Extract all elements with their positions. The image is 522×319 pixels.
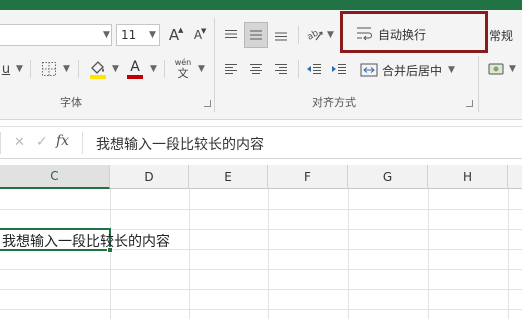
column-header-row: C D E F G H bbox=[0, 165, 522, 189]
svg-text:ab: ab bbox=[306, 28, 321, 42]
increase-font-size-button[interactable]: A ▲ bbox=[164, 24, 184, 46]
cell-text: 我想输入一段比较长的内容 bbox=[2, 234, 170, 250]
chevron-down-icon[interactable]: ▼ bbox=[509, 64, 516, 74]
align-middle-button[interactable] bbox=[244, 22, 268, 48]
formula-input[interactable]: 我想输入一段比较长的内容 bbox=[96, 134, 264, 154]
accounting-format-button[interactable] bbox=[486, 58, 508, 80]
font-size-value: 11 bbox=[121, 28, 137, 42]
column-header-i[interactable] bbox=[508, 165, 522, 189]
align-center-button[interactable] bbox=[245, 58, 267, 80]
chevron-down-icon[interactable]: ▼ bbox=[198, 64, 205, 74]
column-header-e[interactable]: E bbox=[189, 165, 268, 189]
chevron-down-icon: ▼ bbox=[149, 30, 156, 40]
font-name-box[interactable]: ▼ bbox=[0, 24, 112, 46]
increase-indent-icon bbox=[332, 64, 346, 74]
chevron-down-icon[interactable]: ▼ bbox=[112, 64, 119, 74]
alignment-group-label: 对齐方式 bbox=[312, 96, 356, 109]
align-bottom-icon bbox=[275, 32, 287, 41]
increase-indent-button[interactable] bbox=[328, 58, 350, 80]
chevron-down-icon: ▼ bbox=[103, 30, 110, 40]
borders-button[interactable] bbox=[38, 58, 60, 80]
align-top-icon bbox=[225, 30, 237, 38]
phonetic-glyph: wén bbox=[174, 58, 192, 67]
column-header-c[interactable]: C bbox=[0, 165, 110, 189]
fill-color-button[interactable] bbox=[86, 56, 110, 82]
align-left-icon bbox=[225, 64, 237, 74]
gridline bbox=[0, 289, 522, 290]
decrease-indent-button[interactable] bbox=[303, 58, 325, 80]
orientation-button[interactable]: ab bbox=[304, 24, 326, 46]
caret-down-icon: ▼ bbox=[201, 27, 207, 35]
dialog-launcher-icon[interactable] bbox=[466, 100, 473, 107]
underline-glyph: u bbox=[1, 61, 11, 77]
phonetic-guide-button[interactable]: wén 文 bbox=[170, 56, 196, 82]
divider bbox=[30, 60, 31, 78]
wrap-text-icon bbox=[357, 27, 372, 41]
align-left-button[interactable] bbox=[220, 58, 242, 80]
formula-divider bbox=[82, 132, 83, 154]
align-top-button[interactable] bbox=[220, 24, 242, 46]
confirm-icon[interactable]: ✓ bbox=[36, 134, 48, 150]
number-format-value[interactable]: 常规 bbox=[489, 27, 513, 44]
merge-icon bbox=[360, 63, 378, 77]
accounting-icon bbox=[488, 63, 504, 75]
cancel-icon[interactable]: ✕ bbox=[14, 135, 25, 150]
phonetic-char: 文 bbox=[177, 67, 189, 80]
wrap-text-label: 自动换行 bbox=[378, 27, 427, 42]
font-size-box[interactable]: 11 ▼ bbox=[116, 24, 160, 46]
insert-function-icon[interactable]: fx bbox=[56, 133, 69, 149]
column-header-h[interactable]: H bbox=[428, 165, 508, 189]
font-group-label: 字体 bbox=[60, 96, 82, 109]
chevron-down-icon[interactable]: ▼ bbox=[63, 64, 70, 74]
chevron-down-icon[interactable]: ▼ bbox=[16, 64, 23, 74]
merge-center-button[interactable]: 合并后居中 ▼ bbox=[360, 58, 476, 82]
ribbon-tab-bar bbox=[0, 0, 522, 10]
orientation-icon: ab bbox=[306, 28, 323, 43]
gridline bbox=[0, 209, 522, 210]
decrease-font-size-button[interactable]: A ▼ bbox=[188, 24, 208, 46]
divider bbox=[164, 60, 165, 78]
font-color-bar bbox=[127, 75, 143, 79]
dialog-launcher-icon[interactable] bbox=[204, 100, 211, 107]
align-middle-icon bbox=[250, 30, 262, 40]
formula-bar-left-divider bbox=[0, 132, 1, 154]
fill-color-icon bbox=[90, 61, 106, 79]
align-center-icon bbox=[250, 64, 262, 74]
chevron-down-icon[interactable]: ▼ bbox=[150, 64, 157, 74]
group-divider bbox=[214, 18, 215, 112]
column-header-d[interactable]: D bbox=[110, 165, 189, 189]
chevron-down-icon: ▼ bbox=[448, 65, 455, 75]
divider bbox=[298, 26, 299, 44]
group-divider bbox=[478, 56, 479, 112]
font-color-button[interactable]: A bbox=[124, 56, 146, 82]
underline-button[interactable]: u bbox=[0, 58, 12, 80]
borders-icon bbox=[42, 62, 56, 76]
decrease-indent-icon bbox=[307, 64, 321, 74]
align-right-button[interactable] bbox=[270, 58, 292, 80]
align-bottom-button[interactable] bbox=[270, 24, 292, 46]
chevron-down-icon[interactable]: ▼ bbox=[327, 30, 334, 40]
font-color-glyph: A bbox=[130, 59, 140, 75]
gridline bbox=[0, 309, 522, 310]
column-header-f[interactable]: F bbox=[268, 165, 348, 189]
merge-center-label: 合并后居中 bbox=[382, 63, 443, 78]
caret-up-icon: ▲ bbox=[178, 26, 184, 34]
divider bbox=[78, 60, 79, 78]
column-header-g[interactable]: G bbox=[348, 165, 428, 189]
gridline bbox=[0, 269, 522, 270]
wrap-text-button[interactable]: 自动换行 bbox=[356, 22, 476, 46]
align-right-icon bbox=[275, 64, 287, 74]
divider bbox=[298, 60, 299, 78]
